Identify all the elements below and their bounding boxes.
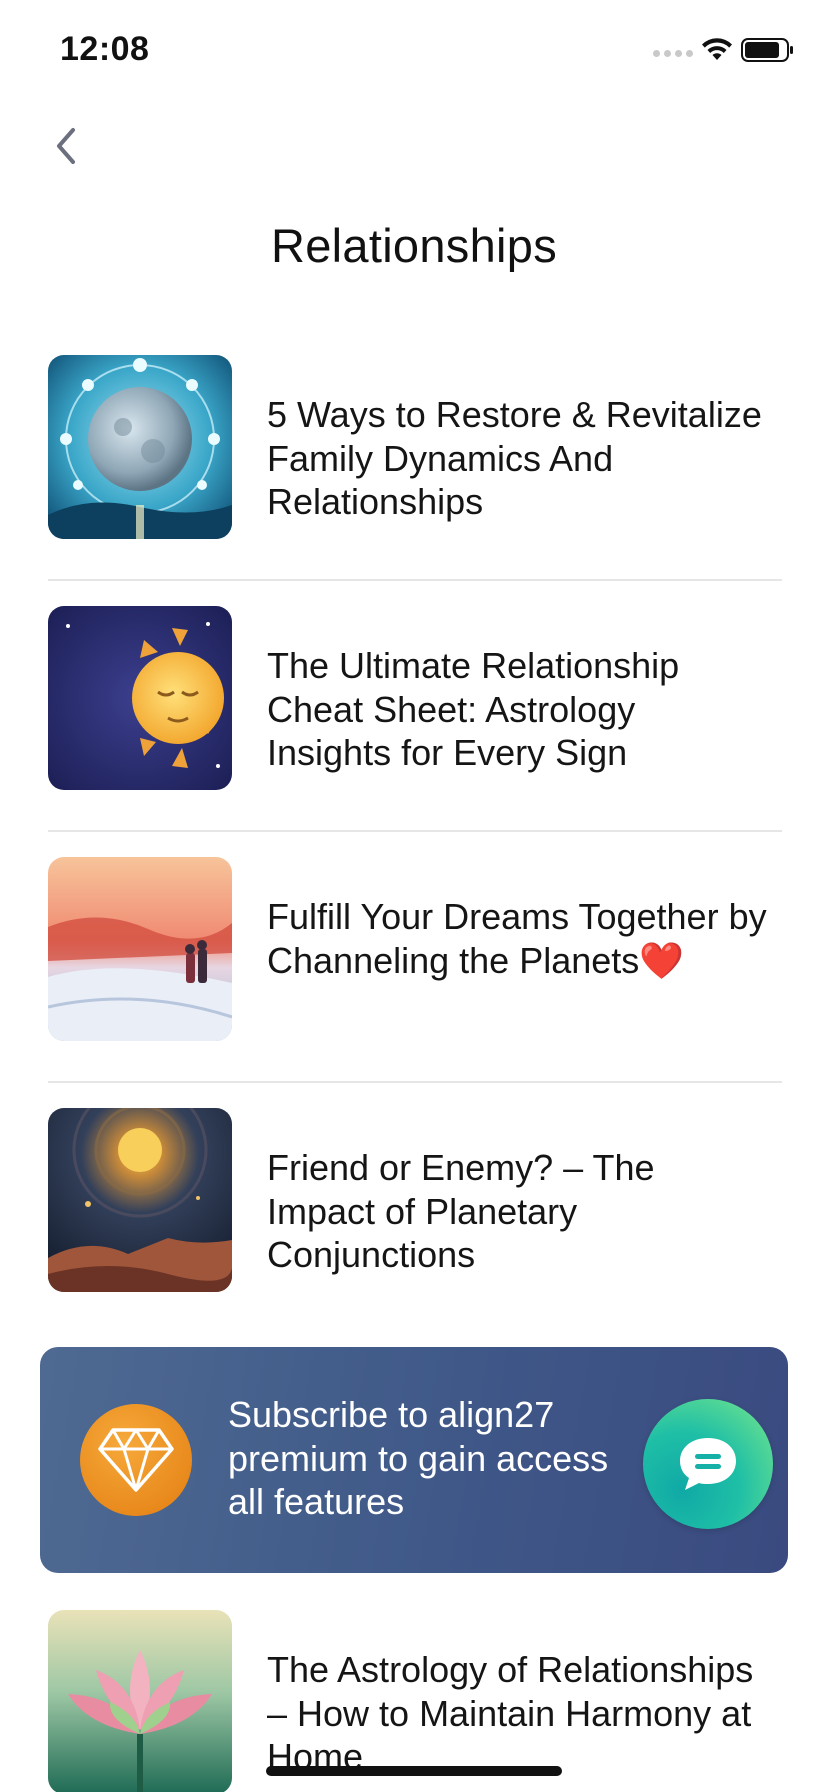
article-title: 5 Ways to Restore & Revitalize Family Dy… — [267, 394, 762, 522]
status-bar: 12:08 — [0, 0, 828, 100]
sun-moon-image — [48, 606, 232, 790]
promo-line-2: premium to gain access — [228, 1437, 609, 1479]
article-item[interactable]: 5 Ways to Restore & Revitalize Family Dy… — [48, 355, 782, 607]
divider — [48, 1081, 782, 1083]
article-title: Friend or Enemy? – The Impact of Planeta… — [267, 1147, 655, 1275]
diamond-badge — [80, 1404, 192, 1516]
article-title: The Ultimate Relationship Cheat Sheet: A… — [267, 645, 680, 773]
article-item[interactable]: Friend or Enemy? – The Impact of Planeta… — [48, 1108, 782, 1360]
planet-desert-image — [48, 1108, 232, 1292]
article-item[interactable]: The Astrology of Relationships – How to … — [48, 1610, 782, 1792]
home-indicator — [266, 1766, 562, 1776]
wifi-icon — [702, 38, 732, 60]
moon-circle-image — [48, 355, 232, 539]
article-item[interactable]: Fulfill Your Dreams Together by Channeli… — [48, 857, 782, 1109]
article-title: The Astrology of Relationships – How to … — [267, 1649, 754, 1777]
diamond-icon — [98, 1428, 174, 1492]
lotus-image — [48, 1610, 232, 1792]
chevron-left-icon — [57, 128, 75, 164]
divider — [48, 579, 782, 581]
chat-button[interactable] — [643, 1399, 773, 1529]
promo-line-1: Subscribe to align27 — [228, 1394, 555, 1435]
page-title: Relationships — [270, 219, 558, 272]
promo-line-3: all features — [228, 1481, 405, 1522]
chat-bubble-icon — [680, 1438, 736, 1490]
promo-text: Subscribe to align27 premium to gain acc… — [228, 1393, 648, 1524]
divider — [48, 830, 782, 832]
status-time: 12:08 — [60, 30, 150, 68]
back-button[interactable] — [44, 120, 88, 172]
battery-icon — [741, 38, 793, 62]
couple-sunset-image — [48, 857, 232, 1041]
screen: 12:08 Relationships 5 Ways to Restore & … — [0, 0, 828, 1792]
article-title: Fulfill Your Dreams Together by Channeli… — [267, 896, 767, 981]
cellular-signal-icon — [653, 50, 693, 57]
article-item[interactable]: The Ultimate Relationship Cheat Sheet: A… — [48, 606, 782, 858]
